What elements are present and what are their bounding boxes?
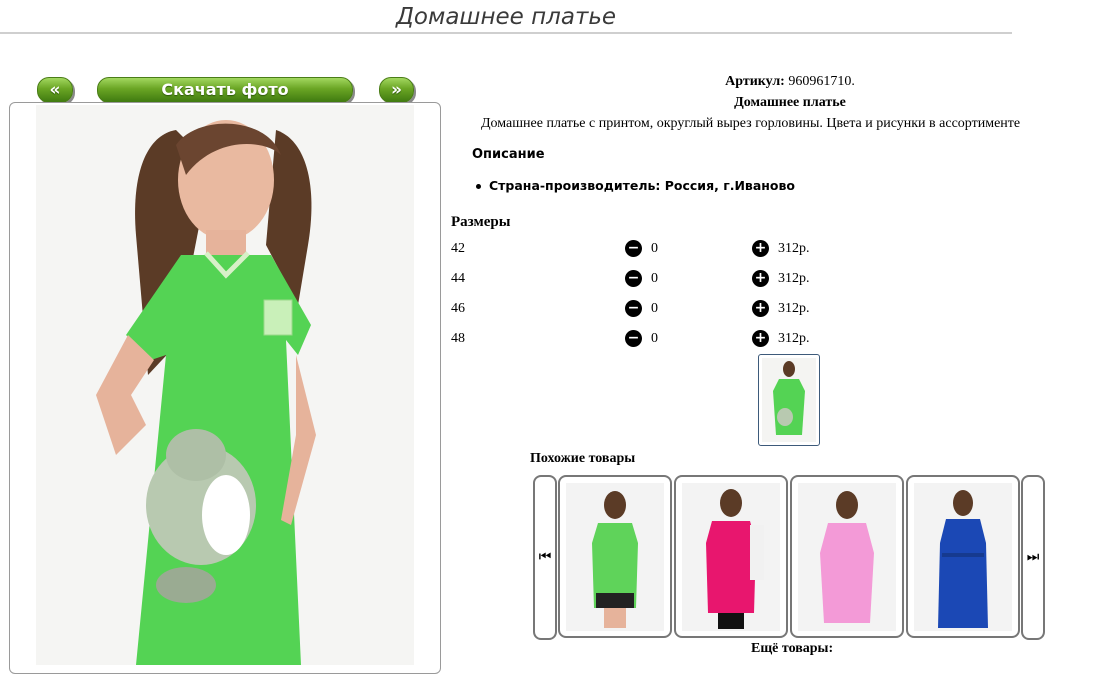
- skip-back-icon[interactable]: ⏮: [533, 475, 557, 640]
- size-label: 42: [451, 241, 465, 256]
- product-thumbnail[interactable]: [758, 354, 820, 446]
- size-quantity: 0: [651, 331, 658, 346]
- size-price: 312р.: [778, 241, 810, 256]
- size-row: 48 − 0 + 312р.: [451, 328, 871, 350]
- skip-forward-icon[interactable]: ⏭: [1021, 475, 1045, 640]
- similar-product-item[interactable]: [906, 475, 1020, 638]
- product-photo[interactable]: [36, 105, 414, 665]
- sizes-heading: Размеры: [451, 214, 511, 230]
- more-products-heading: Ещё товары:: [751, 641, 834, 656]
- plus-circle-icon[interactable]: +: [752, 240, 769, 257]
- size-row: 46 − 0 + 312р.: [451, 298, 871, 320]
- size-label: 44: [451, 271, 465, 286]
- thumbnail-illustration: [762, 358, 816, 442]
- similar-product-image: [682, 483, 780, 631]
- size-label: 48: [451, 331, 465, 346]
- next-photo-button[interactable]: »: [379, 77, 414, 103]
- size-label: 46: [451, 301, 465, 316]
- sku-label: Артикул:: [725, 74, 785, 89]
- product-description: Домашнее платье с принтом, округлый выре…: [481, 116, 1021, 131]
- similar-product-illustration: [820, 491, 874, 623]
- product-photo-frame: [9, 102, 441, 674]
- plus-circle-icon[interactable]: +: [752, 270, 769, 287]
- similar-product-item[interactable]: [558, 475, 672, 638]
- bullet-icon: [476, 184, 481, 189]
- download-photo-button[interactable]: Скачать фото: [97, 77, 353, 103]
- similar-product-item[interactable]: [790, 475, 904, 638]
- page-title: Домашнее платье: [0, 0, 1012, 34]
- plus-circle-icon[interactable]: +: [752, 330, 769, 347]
- similar-product-item[interactable]: [674, 475, 788, 638]
- plus-circle-icon[interactable]: +: [752, 300, 769, 317]
- size-quantity: 0: [651, 301, 658, 316]
- sku-value: 960961710.: [788, 74, 855, 89]
- minus-circle-icon[interactable]: −: [625, 270, 642, 287]
- size-price: 312р.: [778, 271, 810, 286]
- prev-photo-button[interactable]: «: [37, 77, 73, 103]
- minus-circle-icon[interactable]: −: [625, 240, 642, 257]
- similar-product-image: [914, 483, 1012, 631]
- dress-photo-illustration: [36, 105, 414, 665]
- size-row: 42 − 0 + 312р.: [451, 238, 871, 260]
- size-price: 312р.: [778, 331, 810, 346]
- size-price: 312р.: [778, 301, 810, 316]
- similar-product-illustration: [592, 491, 638, 628]
- similar-products-heading: Похожие товары: [530, 451, 636, 466]
- minus-circle-icon[interactable]: −: [625, 300, 642, 317]
- size-quantity: 0: [651, 271, 658, 286]
- similar-product-image: [566, 483, 664, 631]
- similar-product-illustration: [938, 490, 988, 628]
- description-heading: Описание: [472, 147, 545, 162]
- size-quantity: 0: [651, 241, 658, 256]
- product-sku: Артикул: 960961710.: [450, 74, 1112, 90]
- minus-circle-icon[interactable]: −: [625, 330, 642, 347]
- similar-product-illustration: [706, 489, 764, 629]
- detail-text: Страна-производитель: Россия, г.Иваново: [489, 178, 795, 193]
- detail-item: Страна-производитель: Россия, г.Иваново: [476, 178, 795, 193]
- product-name: Домашнее платье: [734, 95, 846, 110]
- similar-product-image: [798, 483, 896, 631]
- size-row: 44 − 0 + 312р.: [451, 268, 871, 290]
